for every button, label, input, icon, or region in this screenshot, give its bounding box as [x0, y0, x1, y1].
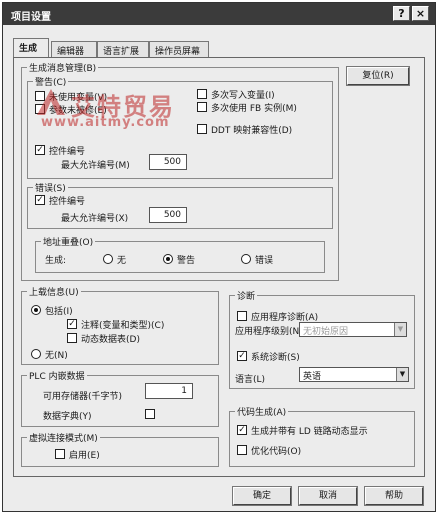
overlap-none-label: 无: [117, 256, 127, 266]
project-settings-dialog: 项目设置 ? × 生成 编辑器 语言扩展 操作员屏幕 生成消息管理(B) 复位(…: [2, 2, 436, 512]
watermark-logo-icon: [37, 89, 65, 115]
codegen-group: [229, 411, 415, 467]
language-value: 英语: [303, 372, 322, 382]
virtual-connection-title: 虚拟连接模式(M): [27, 431, 100, 444]
error-title: 错误(S): [33, 181, 68, 194]
dialog-title: 项目设置: [11, 12, 51, 23]
multi-write-label: 多次写入变量(I): [211, 91, 275, 101]
upload-anim-tables-label: 动态数据表(D): [81, 335, 140, 345]
upload-none-radio[interactable]: [31, 349, 41, 359]
virtual-enable-checkbox[interactable]: [55, 449, 65, 459]
app-diag-checkbox[interactable]: [237, 311, 247, 321]
overlap-none-radio[interactable]: [103, 254, 113, 264]
overlap-error-label: 错误: [255, 256, 274, 266]
address-overlap-gen-label: 生成:: [45, 256, 67, 266]
multi-fb-label: 多次使用 FB 实例(M): [211, 104, 297, 114]
address-overlap-title: 地址重叠(O): [41, 235, 96, 248]
tab-generate[interactable]: 生成: [13, 38, 49, 58]
help-title-button[interactable]: ?: [393, 6, 410, 21]
warning-max-label: 最大允许编号(M): [61, 161, 130, 171]
warning-control-num-label: 控件编号: [49, 147, 86, 157]
watermark-url: www.aitmy.com: [41, 115, 170, 130]
close-title-button[interactable]: ×: [412, 6, 429, 21]
reset-button[interactable]: 复位(R): [346, 66, 410, 86]
app-level-select[interactable]: 无初始原因 ▼: [299, 322, 407, 337]
plc-memory-input[interactable]: 1: [145, 383, 193, 399]
upload-comments-label: 注释(变量和类型)(C): [81, 321, 165, 331]
diagnostics-title: 诊断: [235, 289, 258, 302]
warning-control-num-checkbox[interactable]: ✓: [35, 145, 45, 155]
ld-link-label: 生成并带有 LD 链路动态显示: [251, 427, 368, 437]
language-select[interactable]: 英语 ▼: [299, 367, 409, 382]
plc-dictionary-checkbox[interactable]: [145, 409, 155, 419]
app-level-label: 应用程序级别(N):: [235, 327, 306, 337]
error-max-label: 最大允许编号(X): [61, 214, 129, 224]
chevron-down-icon: ▼: [396, 368, 408, 381]
ok-button[interactable]: 确定: [232, 486, 292, 506]
error-max-input[interactable]: 500: [149, 207, 187, 223]
upload-none-label: 无(N): [45, 351, 68, 361]
upload-include-radio[interactable]: [31, 305, 41, 315]
plc-memory-label: 可用存储器(千字节): [43, 392, 123, 402]
optimize-label: 优化代码(O): [251, 447, 302, 457]
error-control-num-label: 控件编号: [49, 197, 86, 207]
app-level-value: 无初始原因: [303, 327, 349, 337]
overlap-error-radio[interactable]: [241, 254, 251, 264]
sys-diag-label: 系统诊断(S): [251, 353, 300, 363]
chevron-down-icon: ▼: [394, 323, 406, 336]
plc-embedded-title: PLC 内嵌数据: [27, 369, 87, 382]
upload-anim-tables-checkbox[interactable]: [67, 333, 77, 343]
overlap-warning-label: 警告: [177, 256, 196, 266]
language-label: 语言(L): [235, 375, 266, 385]
tab-language-ext[interactable]: 语言扩展: [97, 41, 149, 57]
help-button[interactable]: 帮助: [364, 486, 424, 506]
upload-comments-checkbox[interactable]: ✓: [67, 319, 77, 329]
codegen-title: 代码生成(A): [235, 405, 289, 418]
optimize-checkbox[interactable]: [237, 445, 247, 455]
tab-operator-screen[interactable]: 操作员屏幕: [149, 41, 209, 57]
ld-link-checkbox[interactable]: ✓: [237, 425, 247, 435]
ddt-compat-label: DDT 映射兼容性(D): [211, 126, 293, 136]
upload-info-title: 上载信息(U): [27, 285, 81, 298]
overlap-warning-radio[interactable]: [163, 254, 173, 264]
virtual-enable-label: 启用(E): [69, 451, 100, 461]
cancel-button[interactable]: 取消: [298, 486, 358, 506]
error-control-num-checkbox[interactable]: ✓: [35, 195, 45, 205]
warning-max-input[interactable]: 500: [149, 154, 187, 170]
watermark-logo: 艾特贸易 www.aitmy.com: [33, 87, 208, 130]
tab-editor[interactable]: 编辑器: [51, 41, 97, 57]
upload-include-label: 包括(I): [45, 307, 73, 317]
msg-management-title: 生成消息管理(B): [27, 61, 99, 74]
plc-dictionary-label: 数据字典(Y): [43, 412, 92, 422]
sys-diag-checkbox[interactable]: ✓: [237, 351, 247, 361]
title-bar: 项目设置: [3, 3, 435, 25]
